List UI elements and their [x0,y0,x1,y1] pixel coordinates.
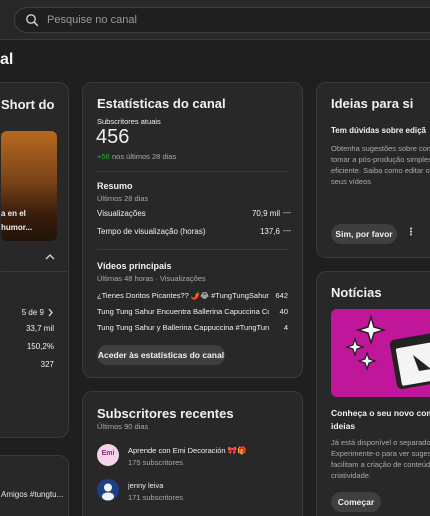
news-title: Notícias [331,285,382,300]
search-icon [26,14,39,27]
subscriber-count: 175 subscritores [128,458,184,467]
ideas-card: Ideias para si Tem dúvidas sobre ediçã O… [316,82,430,258]
top-videos-title: Vídeos principais [97,261,172,271]
subs-delta-period: nos últimos 28 dias [112,152,177,161]
subscriber-name[interactable]: jenny leiva [128,481,163,490]
news-body-line: Já está disponível o separador [331,438,430,447]
summary-period: Últimos 28 dias [97,194,149,203]
trend-dash-icon: — [283,208,291,217]
news-headline: Conheça o seu novo comp [331,408,430,418]
search-input[interactable]: Pesquise no canal [47,14,137,26]
chevron-right-icon[interactable] [47,308,54,317]
divider [97,171,288,172]
avatar[interactable] [97,479,119,501]
video-snippet[interactable]: Amigos #tungtu... [1,490,63,499]
search-box[interactable]: Pesquise no canal [14,7,430,33]
subs-delta: +56 [97,152,110,161]
more-options-icon[interactable]: ⋮ [406,227,416,238]
ideas-body-line: seus vídeos [331,177,372,186]
divider [1,271,67,272]
left-card-2: Amigos #tungtu... [0,455,69,516]
news-card: Notícias Conheça o seu novo comp ideias … [316,271,430,516]
recent-subs-period: Últimos 90 dias [97,422,149,431]
top-videos-period: Últimas 48 horas · Visualizações [97,274,206,283]
news-body-line: facilitam a criação de conteúd [331,460,430,469]
subscriber-count: 171 subscritores [128,493,184,502]
stats-title: Estatísticas do canal [97,96,226,111]
ideas-body-line: tomar a pós-produção simples [331,155,430,164]
recent-subs-title: Subscritores recentes [97,406,234,421]
top-video-views: 642 [275,291,288,300]
short-stat-count: 327 [40,360,54,369]
short-thumbnail[interactable]: a en el humor... [1,131,57,241]
trend-dash-icon: — [283,226,291,235]
ideas-subtitle: Tem dúvidas sobre ediçã [331,126,426,135]
top-video-title[interactable]: ¿Tienes Doritos Picantes?? 🌶️😂 #TungTung… [97,291,269,300]
top-video-title[interactable]: Tung Tung Sahur y Ballerina Cappuccina #… [97,323,269,332]
top-video-views: 40 [279,307,288,316]
channel-stats-card: Estatísticas do canal Subscritores atuai… [82,82,303,378]
chevron-up-icon[interactable] [45,253,55,261]
ideas-body-line: eficiente. Saiba como editar os [331,166,430,175]
short-stat-views: 33,7 mil [25,324,54,333]
subs-value: 456 [96,126,130,148]
short-title-line2: humor... [1,223,33,232]
go-to-analytics-button[interactable]: Aceder às estatísticas do canal [97,345,225,365]
news-body-line: Experimente-o para ver sugest [331,449,430,458]
metric-value-watchtime: 137,6 [259,227,280,236]
latest-short-title: Short do [1,97,55,112]
news-body-line: criatividade. [331,471,372,480]
metric-label-views: Visualizações [97,209,146,218]
news-illustration [331,309,430,397]
metric-value-views: 70,9 mil [251,209,280,218]
short-stat-ratio: 150,2% [26,342,54,351]
summary-title: Resumo [97,181,133,191]
subs-label: Subscritores atuais [97,117,161,126]
page-title: al [0,51,14,68]
subscriber-name[interactable]: Aprende con Emi Decoración 🎀🎁 [128,446,246,455]
avatar[interactable]: Emi [97,444,119,466]
ideas-body-line: Obtenha sugestões sobre com [331,144,430,153]
avatar-logo: Emi [101,450,115,457]
ideas-title: Ideias para si [331,96,414,111]
top-video-views: 4 [283,323,288,332]
top-bar: Pesquise no canal [0,0,430,40]
short-title-line1: a en el [1,209,26,218]
sparkle-window-illustration [344,314,430,390]
divider [97,249,288,250]
latest-short-card: Short do a en el humor... 5 de 9 33,7 mi… [0,82,69,438]
get-started-button[interactable]: Começar [331,492,381,512]
avatar-figure-icon [102,483,114,501]
news-headline: ideias [331,421,356,431]
short-pager: 5 de 9 [21,308,44,317]
recent-subscribers-card: Subscritores recentes Últimos 90 dias Em… [82,391,303,516]
top-video-title[interactable]: Tung Tung Sahur Encuentra Ballerina Capu… [97,307,269,316]
yes-please-button[interactable]: Sim, por favor [331,224,397,244]
metric-label-watchtime: Tempo de visualização (horas) [97,227,206,236]
